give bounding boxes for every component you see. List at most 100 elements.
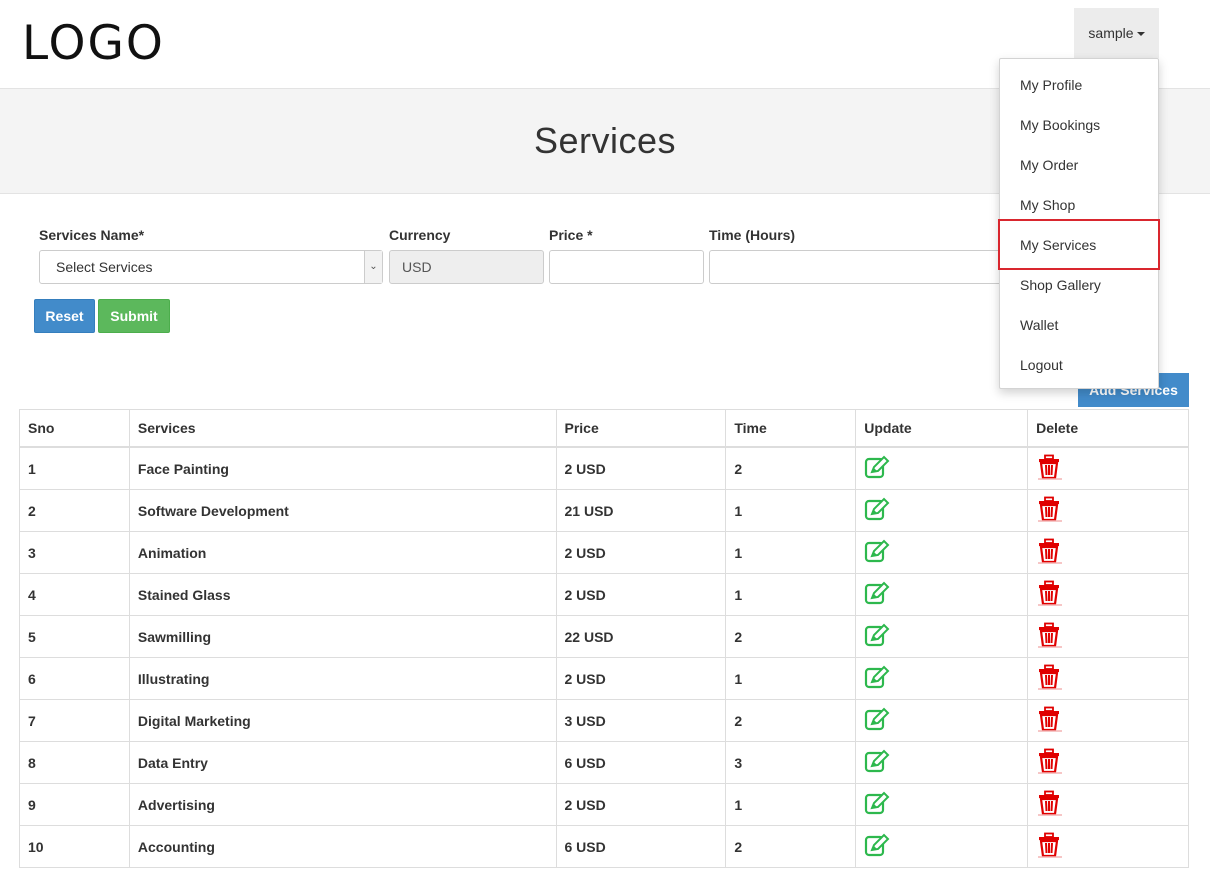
cell-time: 2 [725, 825, 857, 868]
chevron-down-icon[interactable]: ⌄ [364, 251, 382, 283]
cell-update [855, 783, 1029, 826]
menu-item-wallet[interactable]: Wallet [1020, 317, 1058, 333]
edit-icon[interactable] [864, 580, 890, 609]
logo[interactable]: LOGO [22, 16, 165, 71]
cell-sno: 9 [19, 783, 130, 826]
cell-delete [1027, 825, 1189, 868]
edit-icon[interactable] [864, 748, 890, 777]
cell-price: 2 USD [555, 573, 727, 616]
cell-sno: 6 [19, 657, 130, 700]
cell-delete [1027, 446, 1189, 490]
cell-time: 3 [725, 741, 857, 784]
cell-time: 1 [725, 573, 857, 616]
cell-sno: 7 [19, 699, 130, 742]
menu-item-my-order[interactable]: My Order [1020, 157, 1078, 173]
edit-icon[interactable] [864, 832, 890, 861]
edit-icon[interactable] [864, 454, 890, 483]
cell-time: 2 [725, 699, 857, 742]
cell-service: Data Entry [128, 741, 557, 784]
cell-update [855, 825, 1029, 868]
cell-time: 2 [725, 615, 857, 658]
cell-sno: 10 [19, 825, 130, 868]
reset-button[interactable]: Reset [34, 299, 95, 333]
service-select[interactable]: Select Services ⌄ [39, 250, 383, 284]
edit-icon[interactable] [864, 706, 890, 735]
page-title: Services [533, 120, 677, 161]
cell-service: Advertising [128, 783, 557, 826]
menu-item-my-shop[interactable]: My Shop [1020, 197, 1075, 213]
service-name-label: Services Name* [39, 227, 145, 243]
cell-time: 1 [725, 657, 857, 700]
time-input[interactable] [709, 250, 1009, 284]
menu-item-my-bookings[interactable]: My Bookings [1020, 117, 1100, 133]
table-row: 3 Animation 2 USD 1 [19, 531, 1189, 574]
cell-sno: 5 [19, 615, 130, 658]
cell-update [855, 531, 1029, 574]
menu-item-my-profile[interactable]: My Profile [1020, 77, 1082, 93]
table-row: 1 Face Painting 2 USD 2 [19, 446, 1189, 490]
cell-price: 2 USD [555, 531, 727, 574]
caret-down-icon [1136, 32, 1145, 36]
cell-delete [1027, 657, 1189, 700]
table-row: 10 Accounting 6 USD 2 [19, 825, 1189, 868]
trash-icon[interactable] [1036, 538, 1064, 567]
cell-delete [1027, 531, 1189, 574]
edit-icon[interactable] [864, 664, 890, 693]
currency-label: Currency [389, 227, 451, 243]
cell-service: Stained Glass [128, 573, 557, 616]
cell-service: Digital Marketing [128, 699, 557, 742]
cell-sno: 2 [19, 489, 130, 532]
cell-price: 2 USD [555, 657, 727, 700]
trash-icon[interactable] [1036, 454, 1064, 483]
trash-icon[interactable] [1036, 622, 1064, 651]
table-row: 4 Stained Glass 2 USD 1 [19, 573, 1189, 616]
user-menu-toggle[interactable]: sample [1074, 8, 1159, 58]
edit-icon[interactable] [864, 790, 890, 819]
trash-icon[interactable] [1036, 496, 1064, 525]
trash-icon[interactable] [1036, 790, 1064, 819]
cell-sno: 8 [19, 741, 130, 784]
table-row: 6 Illustrating 2 USD 1 [19, 657, 1189, 700]
currency-field: USD [389, 250, 544, 284]
trash-icon[interactable] [1036, 832, 1064, 861]
cell-sno: 3 [19, 531, 130, 574]
edit-icon[interactable] [864, 496, 890, 525]
service-select-value: Select Services [56, 259, 153, 275]
cell-delete [1027, 573, 1189, 616]
trash-icon[interactable] [1036, 664, 1064, 693]
services-table: Sno Services Price Time Update Delete 1F… [19, 409, 1189, 868]
cell-price: 3 USD [555, 699, 727, 742]
price-label: Price * [549, 227, 593, 243]
cell-update [855, 446, 1029, 490]
cell-price: 21 USD [555, 489, 727, 532]
column-header-update: Update [855, 409, 1029, 448]
cell-service: Face Painting [128, 446, 557, 490]
cell-time: 1 [725, 489, 857, 532]
cell-time: 1 [725, 783, 857, 826]
cell-update [855, 657, 1029, 700]
trash-icon[interactable] [1036, 748, 1064, 777]
cell-price: 22 USD [555, 615, 727, 658]
column-header-sno: Sno [19, 409, 130, 448]
cell-price: 2 USD [555, 783, 727, 826]
menu-item-logout[interactable]: Logout [1020, 357, 1063, 373]
cell-update [855, 615, 1029, 658]
edit-icon[interactable] [864, 538, 890, 567]
cell-update [855, 699, 1029, 742]
trash-icon[interactable] [1036, 706, 1064, 735]
cell-update [855, 489, 1029, 532]
menu-item-shop-gallery[interactable]: Shop Gallery [1020, 277, 1101, 293]
submit-button[interactable]: Submit [98, 299, 170, 333]
cell-update [855, 741, 1029, 784]
price-input[interactable] [549, 250, 704, 284]
menu-item-my-services[interactable]: My Services [1020, 237, 1096, 253]
trash-icon[interactable] [1036, 580, 1064, 609]
time-label: Time (Hours) [709, 227, 796, 243]
edit-icon[interactable] [864, 622, 890, 651]
user-menu-label: sample [1088, 25, 1134, 41]
cell-update [855, 573, 1029, 616]
cell-delete [1027, 783, 1189, 826]
column-header-delete: Delete [1027, 409, 1189, 448]
cell-price: 6 USD [555, 741, 727, 784]
cell-service: Software Development [128, 489, 557, 532]
